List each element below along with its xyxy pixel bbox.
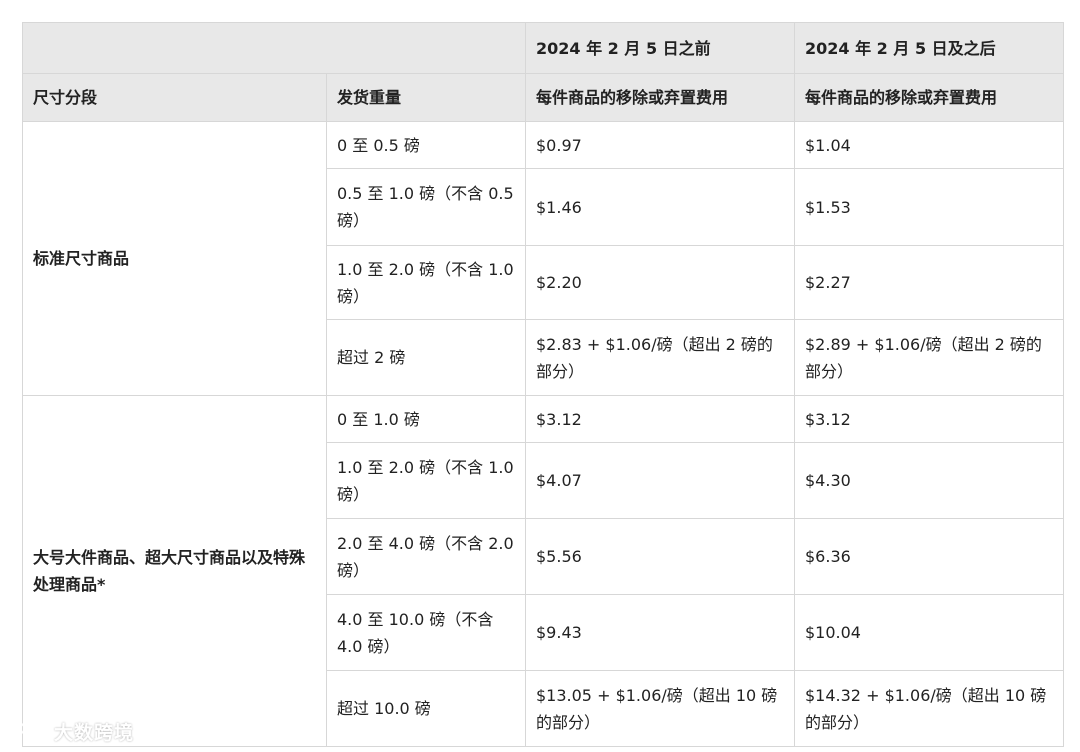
fee-after-cell: $1.53 — [794, 168, 1064, 246]
fee-after-cell: $6.36 — [794, 518, 1064, 595]
fee-after-cell: $10.04 — [794, 594, 1064, 671]
fee-after-cell: $2.89 + $1.06/磅（超出 2 磅的部分） — [794, 319, 1064, 396]
segment-oversize: 大号大件商品、超大尺寸商品以及特殊处理商品* — [22, 395, 327, 747]
weight-cell: 超过 2 磅 — [326, 319, 526, 396]
weight-cell: 0 至 0.5 磅 — [326, 121, 526, 169]
fee-before-cell: $1.46 — [525, 168, 795, 246]
weight-cell: 4.0 至 10.0 磅（不含 4.0 磅） — [326, 594, 526, 671]
header-fee-after: 每件商品的移除或弃置费用 — [794, 73, 1064, 122]
fee-after-cell: $2.27 — [794, 245, 1064, 320]
fee-before-cell: $0.97 — [525, 121, 795, 169]
header-row-columns: 尺寸分段 发货重量 每件商品的移除或弃置费用 每件商品的移除或弃置费用 — [22, 73, 1064, 122]
table-row: 标准尺寸商品 0 至 0.5 磅 $0.97 $1.04 — [22, 121, 1064, 396]
weight-cell: 超过 10.0 磅 — [326, 670, 526, 747]
header-empty-cell — [22, 22, 526, 74]
header-before-date: 2024 年 2 月 5 日之前 — [525, 22, 795, 74]
segment-standard-size: 标准尺寸商品 — [22, 121, 327, 396]
weight-cell: 0 至 1.0 磅 — [326, 395, 526, 443]
header-shipping-weight: 发货重量 — [326, 73, 526, 122]
watermark-logo-icon — [12, 722, 50, 739]
fee-before-cell: $5.56 — [525, 518, 795, 595]
fee-before-cell: $2.83 + $1.06/磅（超出 2 磅的部分） — [525, 319, 795, 396]
header-fee-before: 每件商品的移除或弃置费用 — [525, 73, 795, 122]
fee-after-cell: $3.12 — [794, 395, 1064, 443]
weight-cell: 2.0 至 4.0 磅（不含 2.0 磅） — [326, 518, 526, 595]
removal-fee-table: 2024 年 2 月 5 日之前 2024 年 2 月 5 日及之后 尺寸分段 … — [22, 22, 1064, 747]
watermark-text: 大数跨境 — [54, 721, 135, 744]
fee-before-cell: $13.05 + $1.06/磅（超出 10 磅的部分） — [525, 670, 795, 747]
header-row-dates: 2024 年 2 月 5 日之前 2024 年 2 月 5 日及之后 — [22, 22, 1064, 74]
fee-before-cell: $9.43 — [525, 594, 795, 671]
fee-after-cell: $1.04 — [794, 121, 1064, 169]
fee-before-cell: $3.12 — [525, 395, 795, 443]
fee-before-cell: $2.20 — [525, 245, 795, 320]
fee-after-cell: $14.32 + $1.06/磅（超出 10 磅的部分） — [794, 670, 1064, 747]
weight-cell: 1.0 至 2.0 磅（不含 1.0 磅） — [326, 245, 526, 320]
fee-before-cell: $4.07 — [525, 442, 795, 519]
watermark: 大数跨境 — [10, 716, 134, 746]
fee-after-cell: $4.30 — [794, 442, 1064, 519]
header-after-date: 2024 年 2 月 5 日及之后 — [794, 22, 1064, 74]
weight-cell: 0.5 至 1.0 磅（不含 0.5 磅） — [326, 168, 526, 246]
header-size-segment: 尺寸分段 — [22, 73, 327, 122]
weight-cell: 1.0 至 2.0 磅（不含 1.0 磅） — [326, 442, 526, 519]
table-row: 大号大件商品、超大尺寸商品以及特殊处理商品* 0 至 1.0 磅 $3.12 $… — [22, 395, 1064, 747]
